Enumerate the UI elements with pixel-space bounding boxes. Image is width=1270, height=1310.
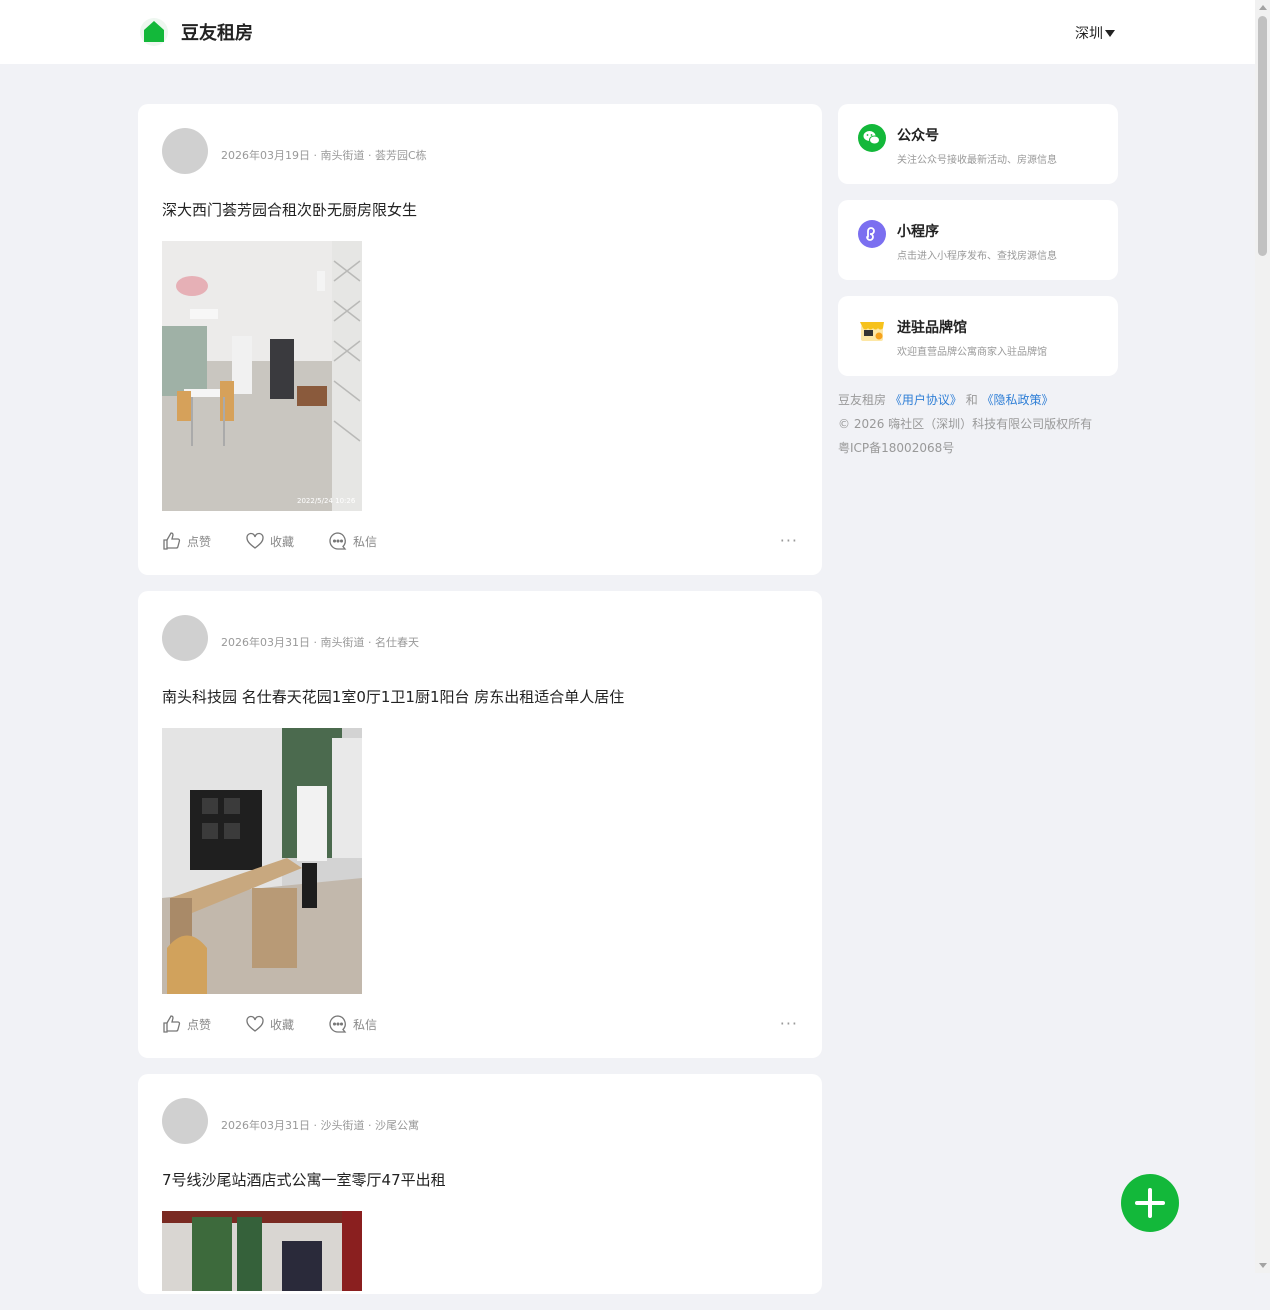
- post-header: 2026年03月31日 · 南头街道 · 名仕春天: [162, 615, 798, 661]
- favorite-label: 收藏: [270, 1017, 295, 1032]
- page-scrollbar[interactable]: [1255, 0, 1270, 1273]
- favorite-button[interactable]: 收藏: [245, 531, 294, 551]
- post-actions: 点赞 收藏 私信 ···: [162, 530, 798, 552]
- post-photo[interactable]: 2022/5/24 10:26: [162, 241, 362, 511]
- message-button[interactable]: 私信: [328, 1014, 377, 1034]
- avatar[interactable]: [162, 128, 208, 174]
- post-header: 2026年03月19日 · 南头街道 · 荟芳园C栋: [162, 128, 798, 174]
- mini-program-icon: [858, 220, 886, 248]
- card-title: 小程序: [897, 224, 939, 240]
- post-meta: 2026年03月31日 · 沙头街道 · 沙尾公寓: [221, 1118, 419, 1132]
- post-feed: 2026年03月19日 · 南头街道 · 荟芳园C栋 深大西门荟芳园合租次卧无厨…: [138, 104, 822, 1310]
- like-label: 点赞: [187, 534, 212, 549]
- mini-program-card[interactable]: 小程序 点击进入小程序发布、查找房源信息: [838, 200, 1118, 280]
- wechat-icon: [858, 124, 886, 152]
- favorite-label: 收藏: [270, 534, 295, 549]
- site-footer: 豆友租房 《用户协议》 和 《隐私政策》 © 2026 嗨社区（深圳）科技有限公…: [838, 388, 1118, 460]
- message-button[interactable]: 私信: [328, 531, 377, 551]
- avatar[interactable]: [162, 615, 208, 661]
- card-title: 公众号: [897, 128, 939, 144]
- more-icon[interactable]: ···: [780, 533, 798, 549]
- card-description: 点击进入小程序发布、查找房源信息: [897, 251, 1057, 262]
- chat-bubble-icon: [329, 1015, 347, 1033]
- card-description: 欢迎直营品牌公寓商家入驻品牌馆: [897, 347, 1047, 358]
- sidebar: 公众号 关注公众号接收最新活动、房源信息 小程序 点击进入小程序发布、查找房源信…: [838, 104, 1118, 460]
- footer-copyright: © 2026 嗨社区（深圳）科技有限公司版权所有: [838, 417, 1093, 431]
- user-agreement-link[interactable]: 《用户协议》: [890, 393, 962, 407]
- scrollbar-thumb[interactable]: [1258, 16, 1267, 256]
- like-button[interactable]: 点赞: [162, 1014, 211, 1034]
- post-meta: 2026年03月19日 · 南头街道 · 荟芳园C栋: [221, 148, 427, 162]
- footer-links-line: 豆友租房 《用户协议》 和 《隐私政策》: [838, 388, 1118, 412]
- footer-icp[interactable]: 粤ICP备18002068号: [838, 436, 1118, 460]
- footer-and: 和: [965, 393, 978, 407]
- post-header: 2026年03月31日 · 沙头街道 · 沙尾公寓: [162, 1098, 798, 1144]
- post-card[interactable]: 2026年03月31日 · 南头街道 · 名仕春天 南头科技园 名仕春天花园1室…: [138, 591, 822, 1058]
- brand-name: 豆友租房: [181, 23, 253, 44]
- post-photo[interactable]: [162, 1211, 362, 1291]
- post-card[interactable]: 2026年03月19日 · 南头街道 · 荟芳园C栋 深大西门荟芳园合租次卧无厨…: [138, 104, 822, 575]
- logo[interactable]: 豆友租房: [140, 18, 253, 46]
- post-title[interactable]: 南头科技园 名仕春天花园1室0厅1卫1厨1阳台 房东出租适合单人居住: [162, 687, 798, 707]
- post-photo[interactable]: [162, 728, 362, 994]
- thumbs-up-icon: [163, 1015, 181, 1033]
- card-title: 进驻品牌馆: [897, 320, 967, 336]
- scroll-up-icon[interactable]: [1259, 5, 1267, 10]
- top-header: 豆友租房 深圳: [0, 0, 1255, 64]
- chat-bubble-icon: [329, 532, 347, 550]
- like-button[interactable]: 点赞: [162, 531, 211, 551]
- city-selector[interactable]: 深圳: [1075, 23, 1115, 43]
- heart-icon: [246, 1015, 264, 1032]
- thumbs-up-icon: [163, 532, 181, 550]
- wechat-official-account-card[interactable]: 公众号 关注公众号接收最新活动、房源信息: [838, 104, 1118, 184]
- post-card[interactable]: 2026年03月31日 · 沙头街道 · 沙尾公寓 7号线沙尾站酒店式公寓一室零…: [138, 1074, 822, 1294]
- brand-hall-card[interactable]: 进驻品牌馆 欢迎直营品牌公寓商家入驻品牌馆: [838, 296, 1118, 376]
- caret-down-icon: [1105, 29, 1115, 37]
- like-label: 点赞: [187, 1017, 212, 1032]
- post-title[interactable]: 7号线沙尾站酒店式公寓一室零厅47平出租: [162, 1170, 798, 1190]
- message-label: 私信: [353, 534, 378, 549]
- favorite-button[interactable]: 收藏: [245, 1014, 294, 1034]
- scroll-down-icon[interactable]: [1259, 1263, 1267, 1268]
- card-description: 关注公众号接收最新活动、房源信息: [897, 155, 1057, 166]
- shop-icon: [860, 322, 884, 341]
- add-post-button[interactable]: [1121, 1174, 1179, 1232]
- footer-brand: 豆友租房: [838, 393, 887, 407]
- post-meta: 2026年03月31日 · 南头街道 · 名仕春天: [221, 635, 419, 649]
- avatar[interactable]: [162, 1098, 208, 1144]
- privacy-policy-link[interactable]: 《隐私政策》: [982, 393, 1054, 407]
- post-actions: 点赞 收藏 私信 ···: [162, 1013, 798, 1035]
- message-label: 私信: [353, 1017, 378, 1032]
- house-icon: [140, 18, 168, 46]
- heart-icon: [246, 532, 264, 549]
- photo-timestamp: 2022/5/24 10:26: [297, 497, 356, 505]
- city-label: 深圳: [1075, 26, 1103, 42]
- post-title[interactable]: 深大西门荟芳园合租次卧无厨房限女生: [162, 200, 798, 220]
- more-icon[interactable]: ···: [780, 1016, 798, 1032]
